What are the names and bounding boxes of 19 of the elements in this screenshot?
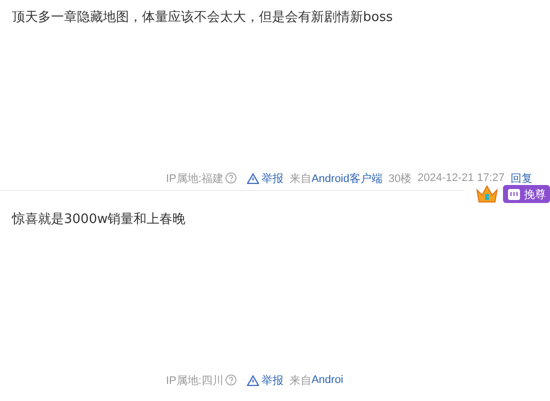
client-link[interactable]: Android客户端 xyxy=(311,170,382,186)
warning-icon xyxy=(247,374,260,386)
report-link[interactable]: 举报 xyxy=(247,170,284,186)
help-icon xyxy=(225,172,238,184)
warning-icon xyxy=(247,172,260,184)
source-label: 来自 xyxy=(289,374,312,388)
endorse-button[interactable]: 挽尊 xyxy=(503,185,550,203)
help-icon xyxy=(225,374,238,386)
crown-icon xyxy=(475,183,499,205)
floor-number: 30楼 xyxy=(388,172,412,186)
post-time: 2024-12-21 17:27 xyxy=(418,172,504,184)
reply-link[interactable]: 回复 xyxy=(510,170,532,186)
report-link[interactable]: 举报 xyxy=(247,372,284,388)
ip-location: IP属地:四川 xyxy=(166,374,224,388)
post-text: 顶天多一章隐藏地图，体量应该不会太大，但是会有新剧情新boss xyxy=(12,9,394,27)
client-link[interactable]: Androi xyxy=(311,374,344,386)
ip-location: IP属地:福建 xyxy=(166,172,224,186)
source-label: 来自 xyxy=(289,172,312,186)
post-text: 惊喜就是3000w销量和上春晚 xyxy=(12,211,187,229)
